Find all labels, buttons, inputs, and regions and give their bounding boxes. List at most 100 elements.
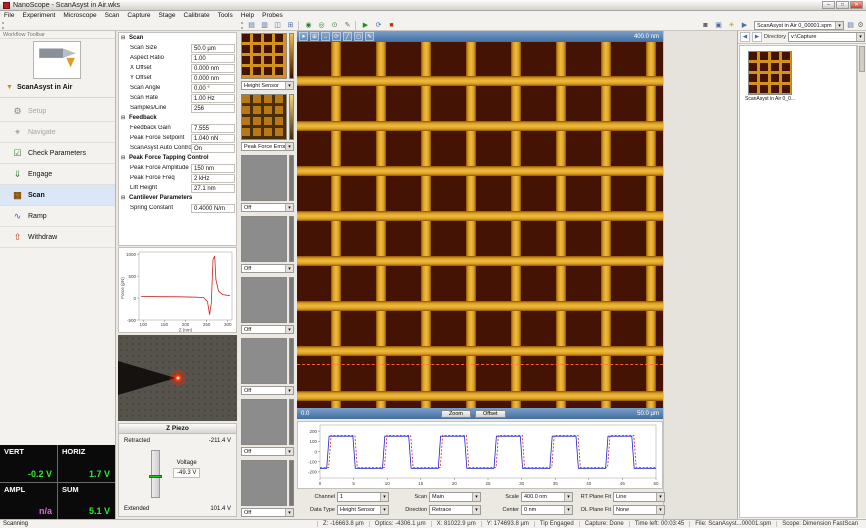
channel-thumbnail-6[interactable] [241, 338, 287, 384]
browse-forward-icon[interactable]: ▶ [752, 32, 762, 42]
channel-select-6[interactable]: Off▾ [241, 386, 294, 395]
zoom-tool-icon[interactable]: ⊞ [310, 32, 319, 41]
expander-icon[interactable]: ⊟ [121, 115, 127, 121]
param-samples-line-value[interactable]: 256 [191, 104, 235, 113]
menu-file[interactable]: File [0, 12, 18, 19]
control-data-type-select[interactable]: Height Sensor▾ [337, 505, 389, 515]
menu-microscope[interactable]: Microscope [59, 12, 100, 19]
workflow-item-engage[interactable]: ⇓Engage [0, 164, 115, 185]
channel-select-1[interactable]: Height Sensor▾ [241, 81, 294, 90]
channel-thumbnail-5[interactable] [241, 277, 287, 323]
illumination-icon[interactable]: ☀ [726, 21, 737, 30]
param-group-cantilever-parameters[interactable]: ⊟Cantilever Parameters [119, 193, 236, 203]
menu-stage[interactable]: Stage [155, 12, 180, 19]
param-x-offset-value[interactable]: 0.000 nm [191, 64, 235, 73]
control-scan-select[interactable]: Main▾ [429, 492, 481, 502]
param-group-peak-force-tapping-control[interactable]: ⊟Peak Force Tapping Control [119, 153, 236, 163]
control-direction-select[interactable]: Retrace▾ [429, 505, 481, 515]
workflow-item-ramp[interactable]: ∿Ramp [0, 206, 115, 227]
quad-view-icon[interactable]: ⊞ [285, 21, 296, 30]
channel-thumbnail-1[interactable] [241, 33, 287, 79]
capture-filename-icon[interactable]: ✎ [342, 21, 353, 30]
zoom-button[interactable]: Zoom [441, 410, 471, 418]
param-y-offset-value[interactable]: 0.000 nm [191, 74, 235, 83]
control-ol-plane-fit-select[interactable]: None▾ [613, 505, 665, 515]
directory-combo[interactable]: v:\Capture ▾ [788, 32, 865, 42]
control-scale-select[interactable]: 400.0 nm▾ [521, 492, 573, 502]
stop-scan-icon[interactable]: ■ [386, 21, 397, 30]
expander-icon[interactable]: ⊟ [121, 195, 127, 201]
file-list-scrollbar[interactable] [857, 45, 866, 518]
start-scan-icon[interactable]: ▶ [360, 21, 371, 30]
param-feedback-gain-value[interactable]: 7.555 [191, 124, 235, 133]
file-thumbnail[interactable]: ScanAsyst in Air 0_0... [745, 51, 795, 102]
expander-icon[interactable]: ⊟ [121, 155, 127, 161]
param-lift-height-value[interactable]: 27.1 nm [191, 184, 235, 193]
rotate-tool-icon[interactable]: ⟳ [332, 32, 341, 41]
channel-select-5[interactable]: Off▾ [241, 325, 294, 334]
channel-thumbnail-2[interactable] [241, 94, 287, 140]
channel-thumbnail-7[interactable] [241, 399, 287, 445]
afm-scan-image[interactable] [297, 42, 663, 408]
capture-continuous-icon[interactable]: ◎ [316, 21, 327, 30]
capture-image-icon[interactable]: ◉ [303, 21, 314, 30]
pan-tool-icon[interactable]: ↔ [321, 32, 330, 41]
frame-restart-icon[interactable]: ⟳ [373, 21, 384, 30]
param-scan-rate-value[interactable]: 1.00 Hz [191, 94, 235, 103]
browse-back-icon[interactable]: ◀ [740, 32, 750, 42]
optics-snapshot-icon[interactable]: ▣ [713, 21, 724, 30]
camera-icon[interactable]: ◙ [700, 21, 711, 30]
menu-calibrate[interactable]: Calibrate [180, 12, 214, 19]
param-spring-constant-value[interactable]: 0.4000 N/m [191, 204, 235, 213]
capture-browse-icon[interactable]: ▤ [846, 21, 855, 30]
tile-vertical-icon[interactable]: ◫ [272, 21, 283, 30]
param-scanasyst-auto-control-value[interactable]: On [191, 144, 235, 153]
param-peak-force-setpoint-value[interactable]: 1.040 nN [191, 134, 235, 143]
menu-help[interactable]: Help [237, 12, 258, 19]
expander-icon[interactable]: ⊟ [121, 35, 127, 41]
channel-select-2[interactable]: Peak Force Error▾ [241, 142, 294, 151]
param-aspect-ratio-value[interactable]: 1.00 [191, 54, 235, 63]
box-tool-icon[interactable]: ◻ [354, 32, 363, 41]
channel-select-4[interactable]: Off▾ [241, 264, 294, 273]
param-group-scan[interactable]: ⊟Scan [119, 33, 236, 43]
menu-scan[interactable]: Scan [101, 12, 124, 19]
capture-options-icon[interactable]: ⚙ [856, 21, 865, 30]
control-rt-plane-fit-select[interactable]: Line▾ [613, 492, 665, 502]
dock-layout-icon[interactable]: ▤ [246, 21, 257, 30]
param-peak-force-freq-value[interactable]: 2 kHz [191, 174, 235, 183]
channel-thumbnail-8[interactable] [241, 460, 287, 506]
video-icon[interactable]: ▶ [739, 21, 750, 30]
param-scan-angle-value[interactable]: 0.00 ° [191, 84, 235, 93]
select-tool-icon[interactable]: ➤ [299, 32, 308, 41]
tile-horizontal-icon[interactable]: ▥ [259, 21, 270, 30]
param-group-feedback[interactable]: ⊟Feedback [119, 113, 236, 123]
line-tool-icon[interactable]: ╱ [343, 32, 352, 41]
annotation-tool-icon[interactable]: ✎ [365, 32, 374, 41]
control-center-select[interactable]: 0 nm▾ [521, 505, 573, 515]
menu-experiment[interactable]: Experiment [18, 12, 59, 19]
maximize-button[interactable]: □ [836, 1, 849, 9]
close-button[interactable]: ✕ [850, 1, 863, 9]
probe-image-button[interactable] [33, 41, 81, 79]
workflow-item-check-parameters[interactable]: ☑Check Parameters [0, 143, 115, 164]
capture-filename-combo[interactable]: ScanAsyst in Air 0_00001.spm ▾ [754, 21, 844, 30]
optical-camera-view[interactable] [118, 335, 237, 421]
capture-now-icon[interactable]: ⊙ [329, 21, 340, 30]
offset-button[interactable]: Offset [475, 410, 506, 418]
workflow-item-withdraw[interactable]: ⇧Withdraw [0, 227, 115, 248]
menu-probes[interactable]: Probes [258, 12, 287, 19]
scrollbar-thumb[interactable] [859, 46, 865, 72]
param-peak-force-amplitude-value[interactable]: 150 nm [191, 164, 235, 173]
menu-capture[interactable]: Capture [123, 12, 154, 19]
channel-select-8[interactable]: Off▾ [241, 508, 294, 517]
workflow-item-scan[interactable]: ▦Scan [0, 185, 115, 206]
control-channel-select[interactable]: 1▾ [337, 492, 389, 502]
channel-select-7[interactable]: Off▾ [241, 447, 294, 456]
channel-thumbnail-3[interactable] [241, 155, 287, 201]
minimize-button[interactable]: – [822, 1, 835, 9]
menu-tools[interactable]: Tools [214, 12, 237, 19]
channel-select-3[interactable]: Off▾ [241, 203, 294, 212]
channel-thumbnail-4[interactable] [241, 216, 287, 262]
param-scan-size-value[interactable]: 50.0 µm [191, 44, 235, 53]
